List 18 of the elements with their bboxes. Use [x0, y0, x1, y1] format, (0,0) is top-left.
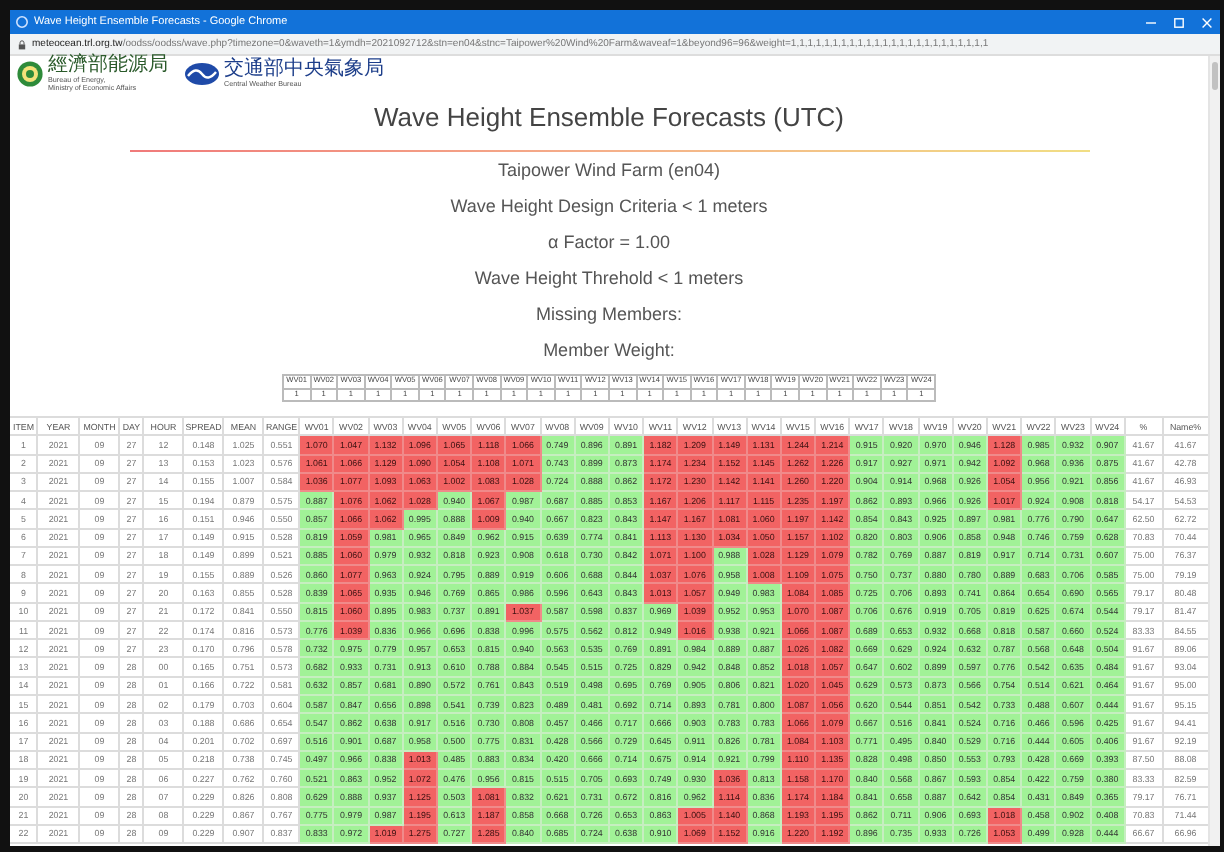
info-line: Missing Members:	[535, 302, 682, 328]
info-line: Wave Height Design Criteria < 1 meters	[450, 194, 768, 220]
info-line: Member Weight:	[543, 338, 675, 364]
maximize-icon[interactable]	[1174, 17, 1184, 27]
scrollbar[interactable]	[1208, 56, 1220, 846]
logo-emblem-icon	[184, 62, 220, 86]
logo-name: 交通部中央氣象局	[224, 60, 384, 80]
info-line: Taipower Wind Farm (en04)	[497, 158, 721, 184]
minimize-icon[interactable]	[1146, 17, 1156, 27]
logo-emblem-icon	[16, 60, 44, 88]
close-icon[interactable]	[1202, 17, 1212, 27]
lock-icon[interactable]	[18, 39, 26, 49]
info-line: Wave Height Threhold < 1 meters	[474, 266, 744, 292]
scrollbar-thumb[interactable]	[1212, 62, 1218, 90]
browser-icon	[16, 16, 28, 28]
page-heading: Wave Height Ensemble Forecasts (UTC)	[373, 102, 845, 134]
logo-name: 經濟部能源局	[48, 56, 168, 76]
info-line: α Factor = 1.00	[548, 230, 670, 256]
